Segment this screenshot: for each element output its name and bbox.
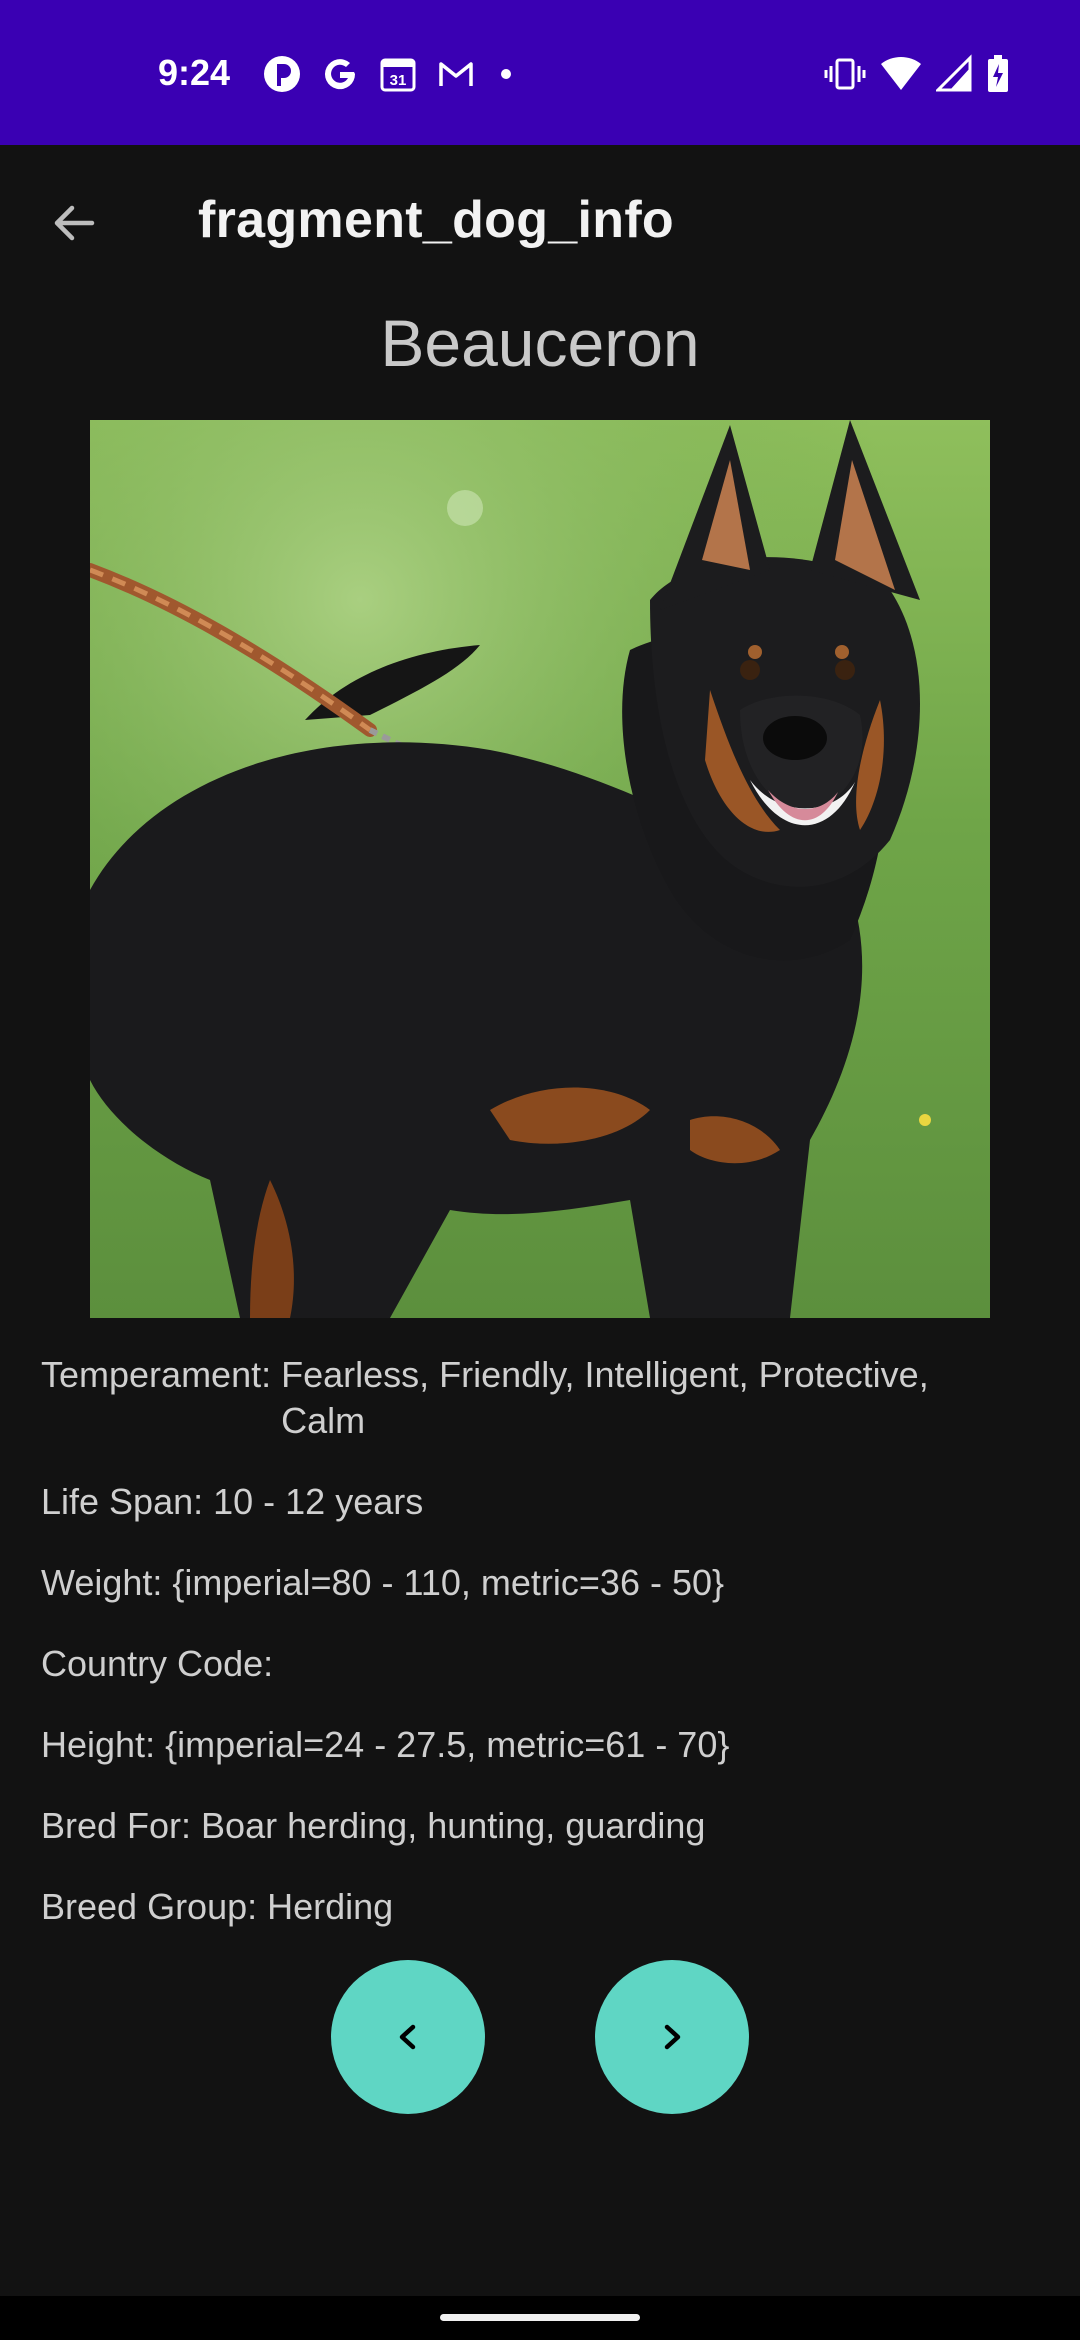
bred-for: Bred For: Boar herding, hunting, guardin… bbox=[41, 1805, 706, 1846]
dog-photo bbox=[90, 420, 990, 1318]
temperament-label: Temperament: bbox=[41, 1354, 272, 1395]
signal-icon bbox=[936, 54, 972, 94]
next-breed-button[interactable] bbox=[595, 1960, 749, 2114]
weight: Weight: {imperial=80 - 110, metric=36 - … bbox=[41, 1562, 725, 1603]
height: Height: {imperial=24 - 27.5, metric=61 -… bbox=[41, 1724, 730, 1765]
battery-charging-icon bbox=[986, 54, 1010, 94]
arrow-back-icon bbox=[54, 205, 95, 241]
dot-icon bbox=[494, 54, 518, 94]
p-app-icon bbox=[262, 54, 302, 94]
temperament-row: Temperament: Fearless, Friendly, Intelli… bbox=[41, 1352, 1041, 1444]
status-time: 9:24 bbox=[158, 52, 231, 93]
app-bar-title: fragment_dog_info bbox=[198, 191, 674, 249]
calendar-icon: 31 bbox=[378, 54, 418, 94]
breed-name: Beauceron bbox=[380, 306, 700, 380]
home-indicator[interactable] bbox=[440, 2314, 640, 2321]
chevron-left-icon bbox=[399, 2024, 416, 2050]
google-icon bbox=[320, 54, 360, 94]
breed-group: Breed Group: Herding bbox=[41, 1886, 394, 1927]
back-button[interactable] bbox=[34, 183, 114, 263]
wifi-icon bbox=[880, 54, 922, 94]
life-span: Life Span: 10 - 12 years bbox=[41, 1481, 424, 1522]
calendar-day: 31 bbox=[390, 72, 407, 89]
gmail-icon bbox=[436, 54, 476, 94]
previous-breed-button[interactable] bbox=[331, 1960, 485, 2114]
status-system-icons bbox=[824, 52, 1010, 96]
app-bar: fragment_dog_info bbox=[0, 145, 1080, 305]
status-notification-icons: 31 bbox=[262, 52, 518, 96]
vibrate-icon bbox=[824, 54, 866, 94]
chevron-right-icon bbox=[664, 2024, 681, 2050]
status-bar: 9:24 31 bbox=[0, 0, 1080, 145]
temperament-value: Fearless, Friendly, Intelligent, Protect… bbox=[281, 1354, 929, 1441]
country-code: Country Code: bbox=[41, 1643, 274, 1684]
